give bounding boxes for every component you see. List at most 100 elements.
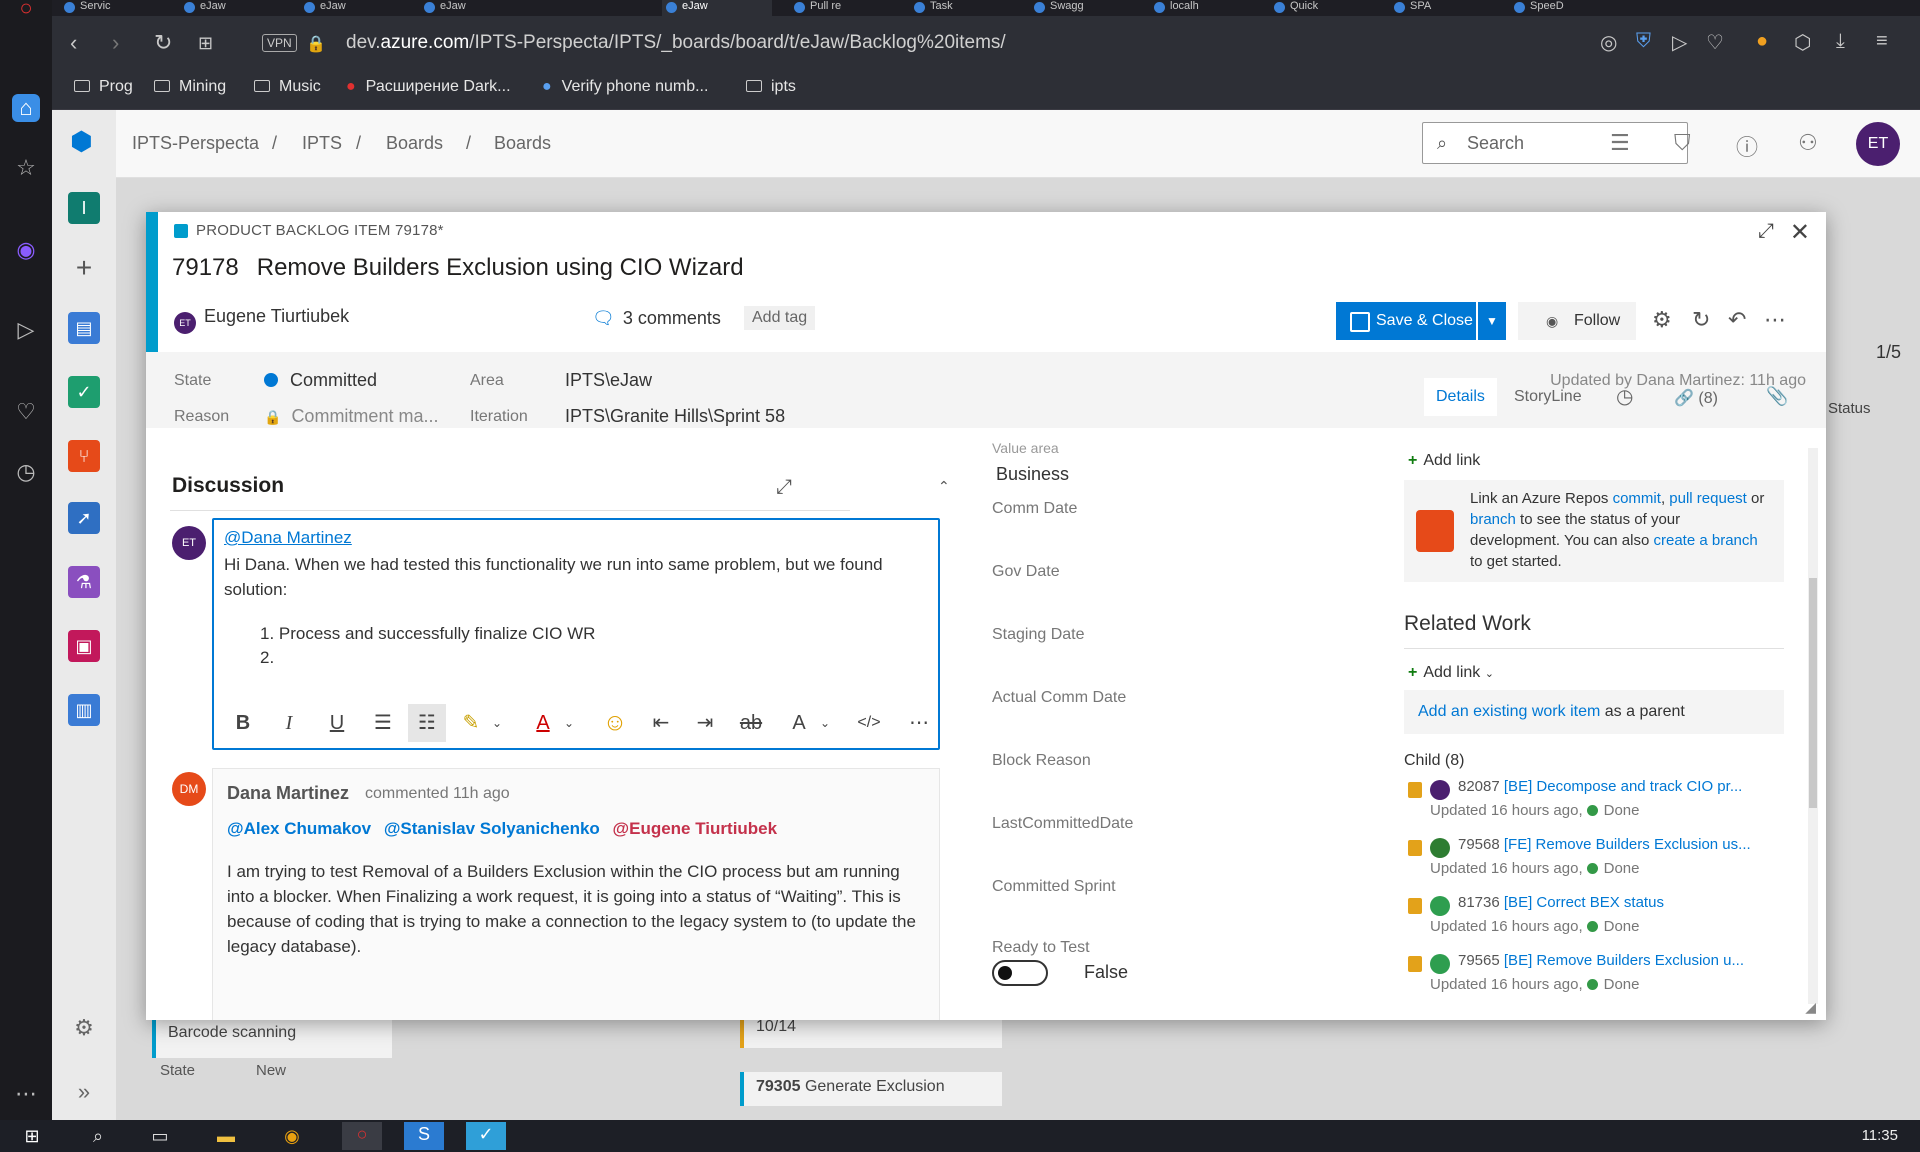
tabs-grid-icon[interactable]: ⊞ — [198, 33, 213, 54]
history-icon[interactable]: ◷ — [12, 458, 40, 486]
state-field[interactable]: Committed — [264, 370, 377, 391]
lock-icon[interactable]: 🔒 — [306, 34, 326, 54]
branch-link[interactable]: branch — [1470, 511, 1516, 528]
shield-icon[interactable]: ⛨ — [1636, 30, 1651, 53]
comments-link[interactable]: 🗨 3 comments — [592, 308, 721, 329]
windows-start-icon[interactable]: ⊞ — [20, 1124, 44, 1148]
ready-to-test-toggle[interactable] — [992, 960, 1048, 986]
app-icon[interactable]: ✓ — [466, 1122, 506, 1150]
add-tag-button[interactable]: Add tag — [744, 306, 816, 330]
opera-icon[interactable]: ○ — [342, 1122, 382, 1150]
outdent-icon[interactable]: ⇤ — [642, 704, 680, 742]
browser-tab[interactable]: Task — [910, 0, 953, 16]
save-close-button[interactable]: Save & Close — [1336, 302, 1476, 340]
child-work-item[interactable]: 79568 [FE] Remove Builders Exclusion us.… — [1408, 836, 1788, 892]
reason-field[interactable]: 🔒 Commitment ma... — [264, 406, 438, 427]
refresh-icon[interactable]: ↻ — [1692, 307, 1710, 333]
expand-icon[interactable]: ⤢ — [1758, 220, 1774, 243]
right-panel-scrollbar[interactable] — [1808, 448, 1818, 1004]
gear-icon[interactable]: ⚙ — [1652, 307, 1672, 333]
camera-icon[interactable]: ◎ — [1600, 30, 1617, 55]
chevron-down-icon[interactable]: ⌄ — [550, 704, 588, 742]
messenger-icon[interactable]: ◉ — [12, 236, 40, 264]
list-icon[interactable]: ☰ — [1610, 130, 1630, 156]
opera-logo-icon[interactable]: ○ — [12, 0, 40, 22]
more-formatting-icon[interactable]: ⋯ — [900, 704, 938, 742]
child-title[interactable]: [BE] Remove Builders Exclusion u... — [1504, 952, 1744, 969]
numbered-list-icon[interactable]: ☷ — [408, 704, 446, 742]
add-parent-link[interactable]: Add an existing work item — [1418, 703, 1600, 720]
strikethrough-icon[interactable]: ab — [732, 704, 770, 742]
browser-tab[interactable]: eJaw — [180, 0, 226, 16]
cube-icon[interactable]: ⬡ — [1794, 30, 1811, 55]
comment-editor-text[interactable]: Hi Dana. When we had tested this functio… — [224, 552, 914, 602]
chevron-down-icon[interactable]: ⌄ — [806, 704, 844, 742]
chrome-icon[interactable]: ◉ — [280, 1124, 304, 1148]
add-related-link-button[interactable]: + Add link ⌄ — [1408, 664, 1494, 682]
close-icon[interactable]: ✕ — [1790, 218, 1810, 247]
url-field[interactable]: dev.azure.com/IPTS-Perspecta/IPTS/_board… — [346, 32, 1006, 54]
assignee[interactable]: ET Eugene Tiurtiubek — [174, 306, 349, 334]
help-icon[interactable]: ⓘ — [1736, 130, 1758, 162]
follow-button[interactable]: Follow — [1518, 302, 1636, 340]
work-item-title[interactable]: 79178 Remove Builders Exclusion using CIO… — [172, 254, 762, 282]
bookmark-prog[interactable]: Prog — [74, 78, 133, 96]
add-link-button[interactable]: + Add link — [1408, 452, 1480, 470]
indent-icon[interactable]: ⇥ — [686, 704, 724, 742]
boards-icon[interactable]: ✓ — [68, 376, 100, 408]
search-input[interactable]: ⌕ Search — [1422, 122, 1688, 164]
artifacts-icon[interactable]: ▣ — [68, 630, 100, 662]
italic-icon[interactable]: I — [270, 704, 308, 742]
menu-icon[interactable]: ≡ — [1876, 30, 1888, 53]
breadcrumb-boards[interactable]: Boards — [386, 133, 443, 154]
marketplace-icon[interactable]: ⛉ — [1674, 130, 1691, 156]
attachment-icon[interactable]: 📎 — [1766, 386, 1788, 407]
add-icon[interactable]: + — [68, 252, 100, 284]
child-work-item[interactable]: 82087 [BE] Decompose and track CIO pr...… — [1408, 778, 1788, 834]
commit-link[interactable]: commit — [1613, 490, 1661, 507]
browser-tab[interactable]: Quick — [1270, 0, 1318, 16]
search-icon[interactable]: ⌕ — [86, 1124, 110, 1148]
breadcrumb-project[interactable]: IPTS — [302, 133, 342, 154]
heart-icon[interactable]: ♡ — [1706, 30, 1724, 55]
bookmark-ipts[interactable]: ipts — [746, 78, 796, 96]
chevron-down-icon[interactable]: ⌄ — [478, 704, 516, 742]
bookmark-verify-phone[interactable]: ● Verify phone numb... — [542, 78, 708, 96]
task-view-icon[interactable]: ▭ — [148, 1124, 172, 1148]
bold-icon[interactable]: B — [224, 704, 262, 742]
mention-link[interactable]: @Stanislav Solyanichenko — [384, 819, 600, 838]
emoji-icon[interactable]: ☺ — [596, 704, 634, 742]
pipelines-icon[interactable]: ➚ — [68, 502, 100, 534]
mention-link[interactable]: @Eugene Tiurtiubek — [613, 819, 778, 838]
avatar[interactable]: ET — [1856, 122, 1900, 166]
back-icon[interactable]: ‹ — [70, 30, 77, 56]
iteration-field[interactable]: IPTS\Granite Hills\Sprint 58 — [565, 406, 785, 427]
child-title[interactable]: [BE] Correct BEX status — [1504, 894, 1664, 911]
bookmark-dark-extension[interactable]: ● Расширение Dark... — [346, 78, 511, 96]
save-options-chevron-icon[interactable]: ▼ — [1478, 302, 1506, 340]
more-actions-icon[interactable]: ⋯ — [1764, 307, 1786, 333]
mention-link[interactable]: @Dana Martinez — [224, 528, 352, 548]
browser-tab[interactable]: Pull re — [790, 0, 841, 16]
skype-icon[interactable]: S — [404, 1122, 444, 1150]
board-card[interactable]: Barcode scanning — [152, 1018, 392, 1058]
player-icon[interactable]: ▷ — [12, 316, 40, 344]
file-explorer-icon[interactable]: ▬ — [214, 1124, 238, 1148]
undo-icon[interactable]: ↶ — [1728, 307, 1746, 333]
azure-devops-logo-icon[interactable]: ⬢ — [70, 126, 93, 157]
value-area-field[interactable]: Business — [996, 464, 1069, 485]
repos-icon[interactable]: ⑂ — [68, 440, 100, 472]
bullet-list-icon[interactable]: ☰ — [364, 704, 402, 742]
home-icon[interactable]: ⌂ — [12, 94, 40, 122]
expand-discussion-icon[interactable]: ⤢ — [776, 476, 792, 499]
child-work-item[interactable]: 79565 [BE] Remove Builders Exclusion u..… — [1408, 952, 1788, 1008]
pull-request-link[interactable]: pull request — [1669, 490, 1747, 507]
history-icon[interactable]: ◷ — [1616, 384, 1633, 409]
browser-tab[interactable]: Swagg — [1030, 0, 1084, 16]
user-settings-icon[interactable]: ⚇ — [1798, 130, 1818, 156]
comment-editor[interactable]: @Dana Martinez Hi Dana. When we had test… — [212, 518, 940, 750]
mention-link[interactable]: @Alex Chumakov — [227, 819, 371, 838]
child-work-item[interactable]: 81736 [BE] Correct BEX status Updated 16… — [1408, 894, 1788, 950]
collapse-nav-icon[interactable]: » — [68, 1076, 100, 1108]
project-avatar[interactable]: I — [68, 192, 100, 224]
